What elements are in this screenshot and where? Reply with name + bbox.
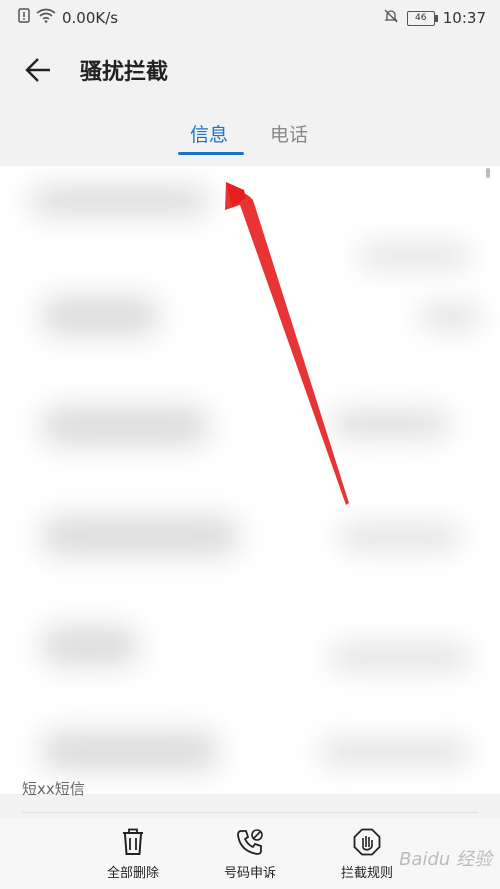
number-appeal-button[interactable]: 号码申诉 — [205, 828, 295, 881]
watermark: Baidu 经验 — [399, 849, 492, 870]
hand-stop-icon — [353, 828, 381, 856]
wifi-icon — [36, 8, 56, 27]
delete-all-label: 全部删除 — [106, 866, 159, 881]
sim-alert-icon — [18, 8, 30, 27]
status-left: 0.00K/s — [18, 8, 118, 27]
battery-icon: 46 — [406, 10, 438, 26]
number-appeal-label: 号码申诉 — [223, 866, 276, 881]
back-arrow-icon — [25, 58, 50, 82]
bottom-toolbar: 全部删除 号码申诉 拦截规则 Baidu 经验 — [0, 818, 500, 889]
delete-all-button[interactable]: 全部删除 — [88, 828, 178, 881]
status-bar: 0.00K/s 46 10:37 — [0, 0, 500, 34]
list-item[interactable] — [0, 166, 500, 276]
tab-messages[interactable]: 信息 — [190, 120, 228, 147]
bell-muted-icon — [383, 8, 399, 28]
list-item[interactable] — [0, 386, 500, 496]
tab-bar: 信息 电话 — [0, 104, 500, 166]
partial-list-text: 短xx短信 — [22, 780, 85, 798]
status-right: 46 10:37 — [383, 8, 486, 28]
list-item[interactable] — [0, 606, 500, 716]
page-title: 骚扰拦截 — [80, 60, 169, 85]
list-item[interactable] — [0, 276, 500, 386]
divider — [22, 812, 478, 813]
app-header: 骚扰拦截 — [0, 34, 500, 104]
network-speed: 0.00K/s — [62, 8, 119, 27]
trash-icon — [123, 828, 143, 855]
active-tab-indicator — [178, 152, 244, 155]
clock: 10:37 — [442, 9, 486, 27]
list-item[interactable] — [0, 496, 500, 606]
tab-calls[interactable]: 电话 — [270, 120, 308, 147]
blocked-message-list[interactable] — [0, 166, 500, 794]
phone-blocked-icon — [237, 829, 263, 855]
back-button[interactable] — [20, 52, 56, 88]
